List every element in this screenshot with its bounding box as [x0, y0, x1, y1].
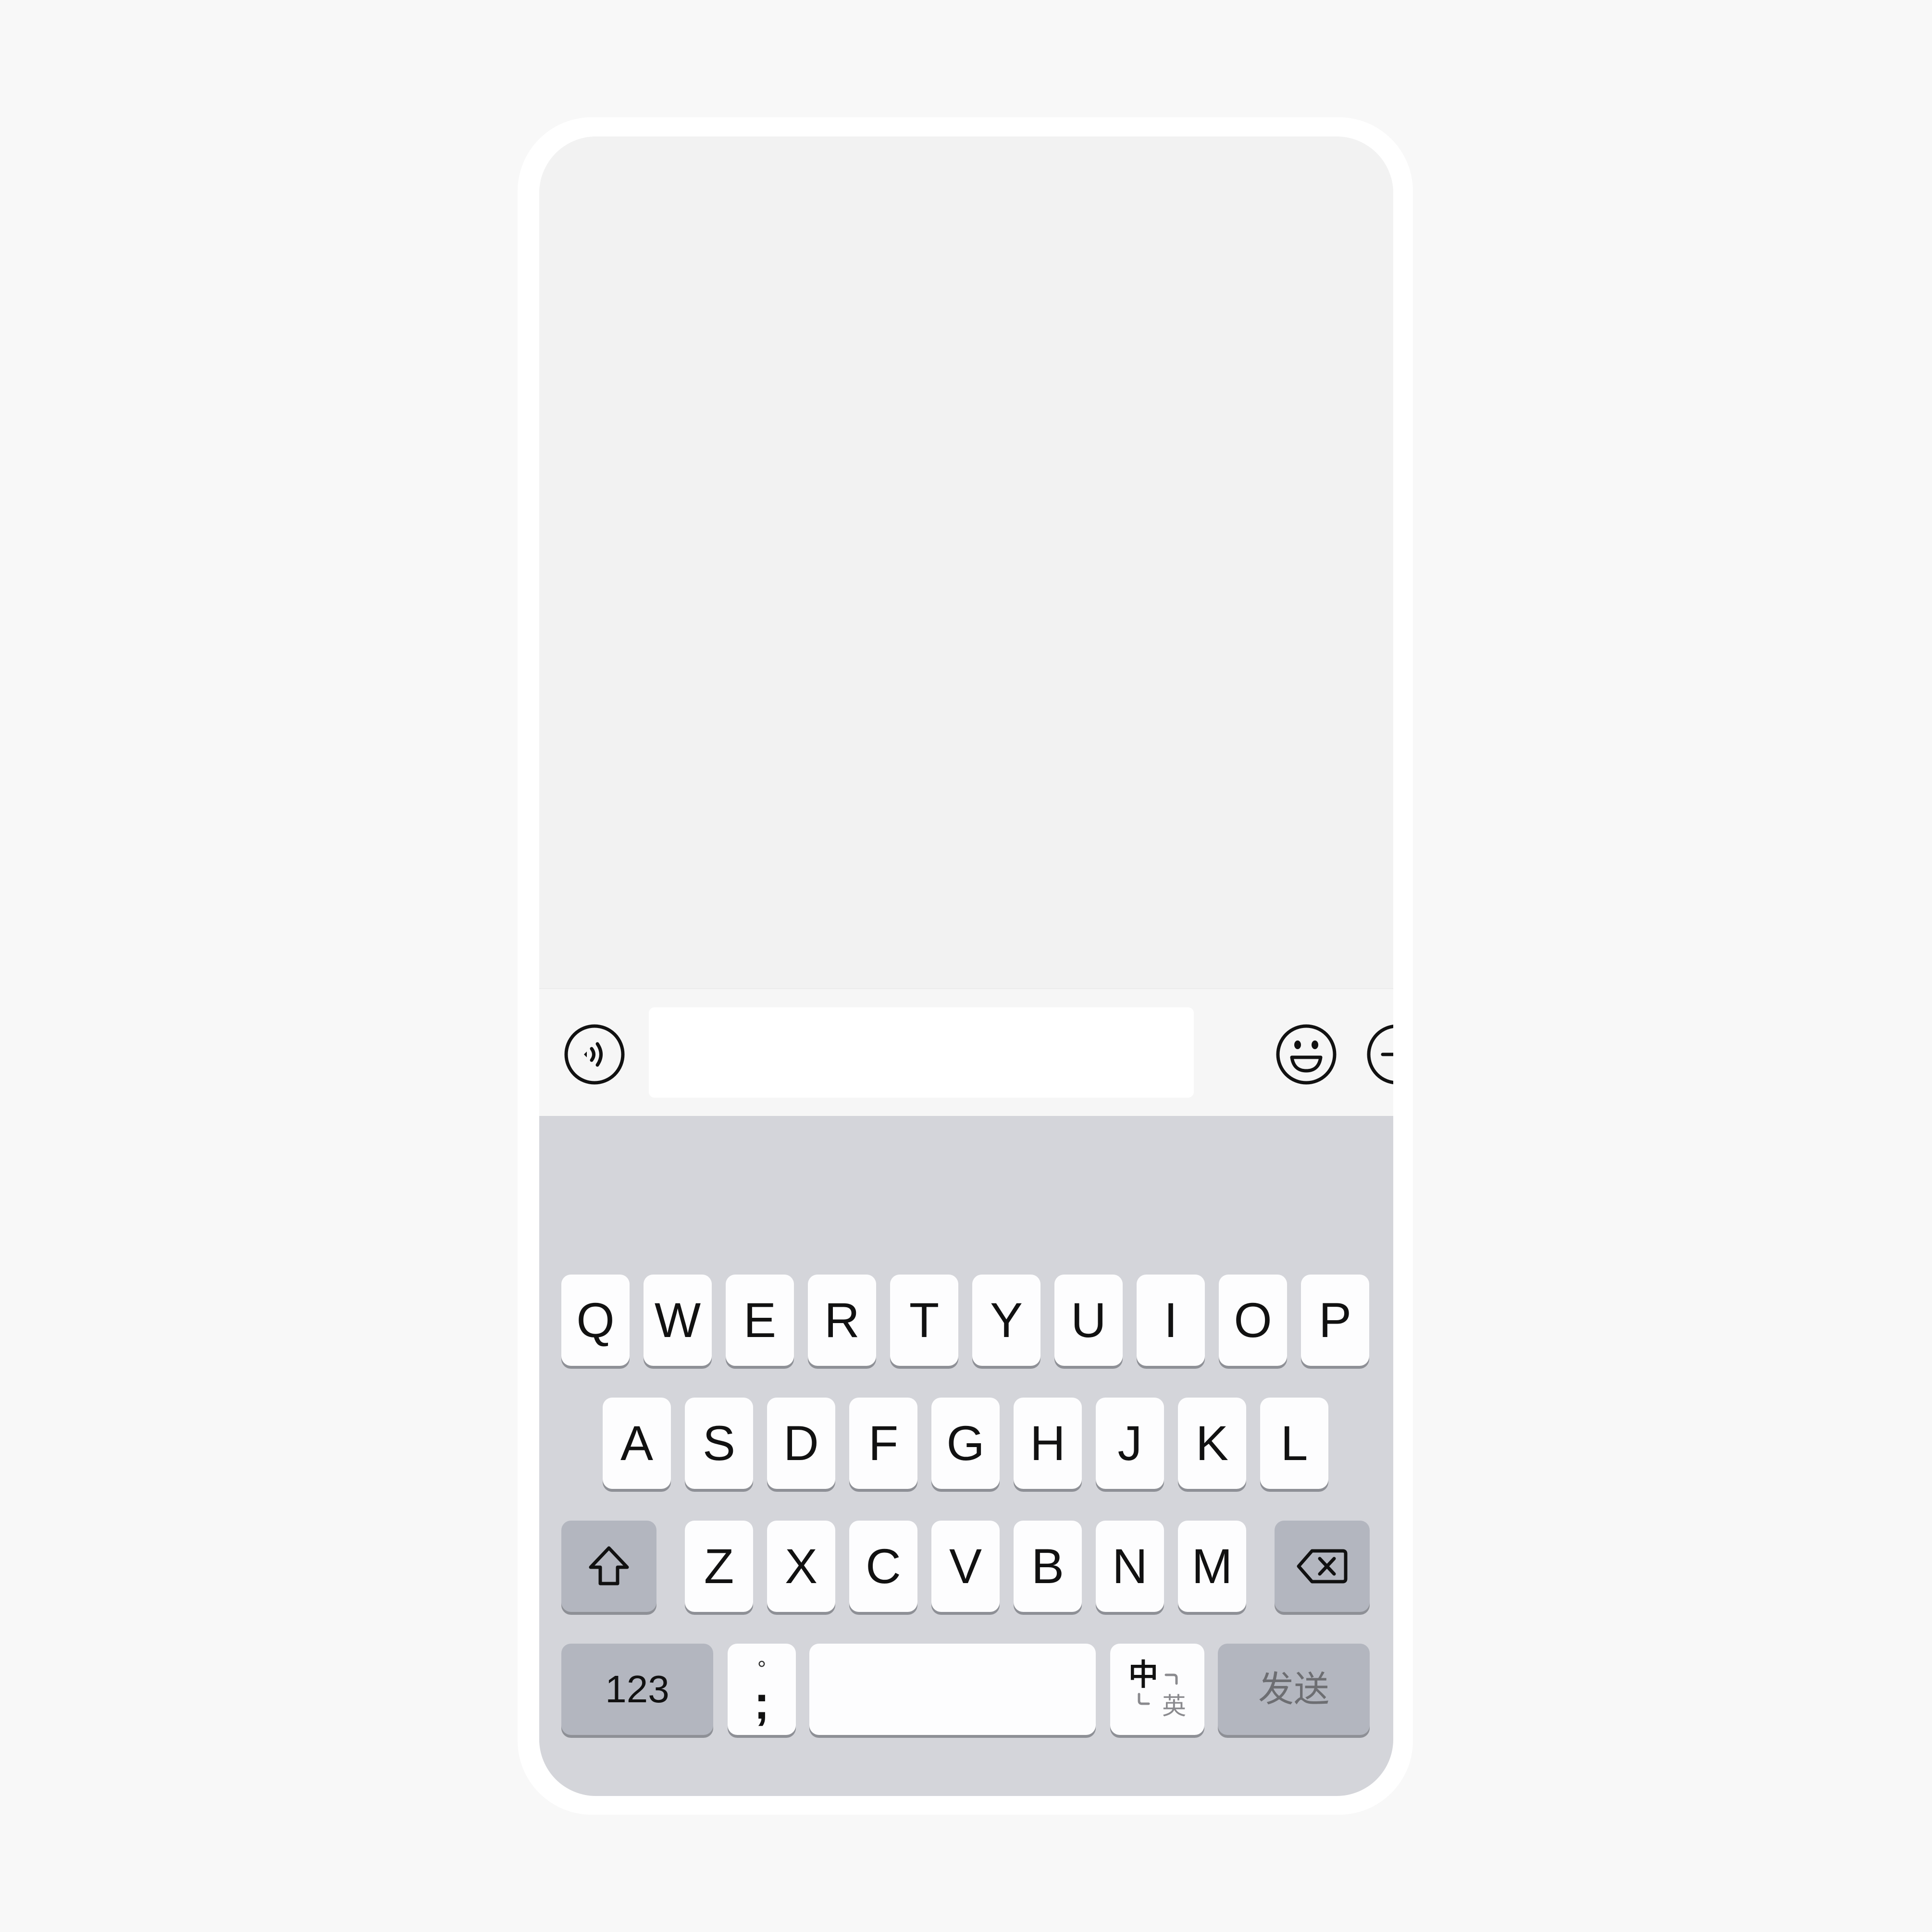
voice-icon: [564, 1024, 625, 1085]
chat-message-area: [539, 136, 1393, 988]
space-key[interactable]: [809, 1644, 1096, 1735]
key-a[interactable]: A: [603, 1398, 671, 1489]
key-m[interactable]: M: [1178, 1521, 1246, 1612]
key-q[interactable]: Q: [561, 1275, 630, 1366]
punctuation-key[interactable]: ° ;: [728, 1644, 796, 1735]
key-label: R: [824, 1293, 860, 1348]
key-label: T: [909, 1293, 940, 1348]
key-label: J: [1117, 1416, 1142, 1471]
punctuation-key-primary: ;: [754, 1675, 770, 1729]
key-r[interactable]: R: [808, 1275, 876, 1366]
key-label: O: [1234, 1293, 1272, 1348]
backspace-key[interactable]: [1275, 1521, 1370, 1612]
numbers-key[interactable]: 123: [561, 1644, 713, 1735]
keyboard: Q W E R T Y U I O P A S D F G H J K L Z …: [539, 1116, 1393, 1796]
language-switch-glyph: 中 英: [1128, 1659, 1186, 1720]
key-g[interactable]: G: [931, 1398, 1000, 1489]
key-b[interactable]: B: [1014, 1521, 1082, 1612]
key-label: H: [1030, 1416, 1065, 1471]
message-input[interactable]: [649, 1007, 1194, 1098]
key-label: B: [1031, 1539, 1065, 1594]
key-y[interactable]: Y: [972, 1275, 1040, 1366]
key-label: S: [702, 1416, 736, 1471]
key-label: M: [1191, 1539, 1233, 1594]
key-v[interactable]: V: [931, 1521, 1000, 1612]
language-secondary-label: 英: [1162, 1693, 1186, 1720]
shift-key[interactable]: [561, 1521, 656, 1612]
key-u[interactable]: U: [1054, 1275, 1123, 1366]
key-f[interactable]: F: [849, 1398, 917, 1489]
key-t[interactable]: T: [890, 1275, 958, 1366]
emoji-button[interactable]: [1276, 1024, 1337, 1085]
emoji-icon: [1276, 1024, 1337, 1085]
key-z[interactable]: Z: [685, 1521, 753, 1612]
key-label: K: [1195, 1416, 1229, 1471]
key-j[interactable]: J: [1096, 1398, 1164, 1489]
key-label: X: [784, 1539, 818, 1594]
key-label: G: [946, 1416, 985, 1471]
plus-icon: [1367, 1025, 1393, 1084]
chat-input-bar: [539, 988, 1393, 1116]
key-label: I: [1164, 1293, 1178, 1348]
key-label: W: [654, 1293, 701, 1348]
key-label: U: [1071, 1293, 1106, 1348]
key-label: L: [1280, 1416, 1308, 1471]
phone-screen: Q W E R T Y U I O P A S D F G H J K L Z …: [539, 136, 1393, 1796]
key-label: Y: [990, 1293, 1023, 1348]
key-label: Q: [576, 1293, 615, 1348]
key-label: D: [783, 1416, 819, 1471]
key-s[interactable]: S: [685, 1398, 753, 1489]
key-e[interactable]: E: [726, 1275, 794, 1366]
key-label: C: [866, 1539, 901, 1594]
key-p[interactable]: P: [1301, 1275, 1369, 1366]
backspace-icon: [1297, 1549, 1348, 1584]
key-o[interactable]: O: [1219, 1275, 1287, 1366]
plus-button[interactable]: [1366, 1024, 1393, 1085]
key-h[interactable]: H: [1014, 1398, 1082, 1489]
key-label: V: [949, 1539, 982, 1594]
key-c[interactable]: C: [849, 1521, 917, 1612]
key-x[interactable]: X: [767, 1521, 835, 1612]
voice-button[interactable]: [564, 1024, 625, 1085]
key-n[interactable]: N: [1096, 1521, 1164, 1612]
key-label: E: [743, 1293, 777, 1348]
key-label: F: [868, 1416, 899, 1471]
key-d[interactable]: D: [767, 1398, 835, 1489]
key-k[interactable]: K: [1178, 1398, 1246, 1489]
shift-icon: [589, 1546, 629, 1585]
send-key[interactable]: 发送: [1218, 1644, 1370, 1735]
language-primary-label: 中: [1128, 1659, 1159, 1692]
key-label: P: [1318, 1293, 1352, 1348]
key-i[interactable]: I: [1137, 1275, 1205, 1366]
key-label: Z: [704, 1539, 734, 1594]
language-switch-key[interactable]: 中 英: [1110, 1644, 1204, 1735]
numbers-key-label: 123: [605, 1668, 669, 1710]
key-label: N: [1112, 1539, 1148, 1594]
key-w[interactable]: W: [644, 1275, 712, 1366]
key-label: A: [620, 1416, 654, 1471]
send-key-label: 发送: [1258, 1669, 1329, 1709]
key-l[interactable]: L: [1260, 1398, 1328, 1489]
